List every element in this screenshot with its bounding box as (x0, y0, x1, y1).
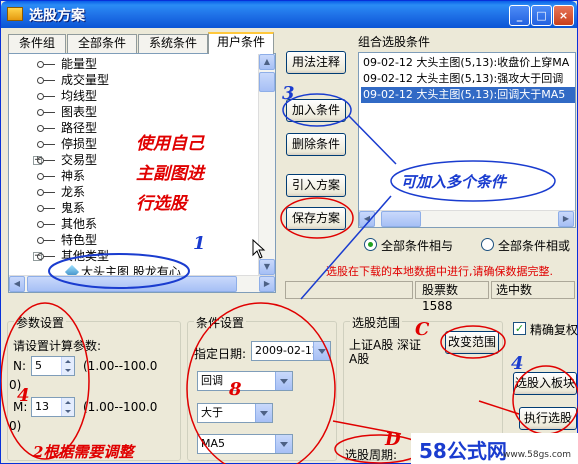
annotation-adjust: 2根据需要调整 (33, 443, 134, 461)
highlight-ellipse (186, 302, 336, 464)
annotation-multi: 可加入多个条件 (401, 173, 507, 191)
mouse-cursor-icon (252, 239, 266, 259)
highlight-ellipse (280, 197, 354, 239)
annotation-number: 4 (17, 385, 30, 406)
annotation-overlay (1, 93, 578, 464)
annotation-number: 4 (511, 353, 524, 374)
watermark: 58公式网 www.58gs.com (411, 433, 578, 464)
highlight-ellipse (334, 434, 424, 464)
annotation-letter: C (415, 319, 430, 340)
stock-screening-window: 选股方案 _ □ × 条件组 全部条件 系统条件 用户条件 能量型 成交量型 均… (0, 0, 578, 464)
highlight-ellipse (48, 253, 190, 289)
annotation-number: 1 (193, 233, 206, 254)
annotation-arrow (300, 195, 392, 300)
annotation-arrow (348, 115, 397, 165)
annotation-number: 3 (282, 83, 295, 104)
annotation-number: 8 (229, 379, 242, 400)
highlight-ellipse (1, 302, 90, 460)
tab-user-conditions[interactable]: 用户条件 (208, 32, 274, 54)
watermark-logo: 58公式网 (419, 439, 507, 463)
annotation-letter: D (385, 429, 401, 450)
highlight-ellipse (512, 365, 578, 435)
watermark-url: www.58gs.com (503, 450, 572, 460)
highlight-ellipse (440, 325, 506, 359)
annotation-main: 使用自己 主副图进 行选股 (136, 134, 204, 214)
